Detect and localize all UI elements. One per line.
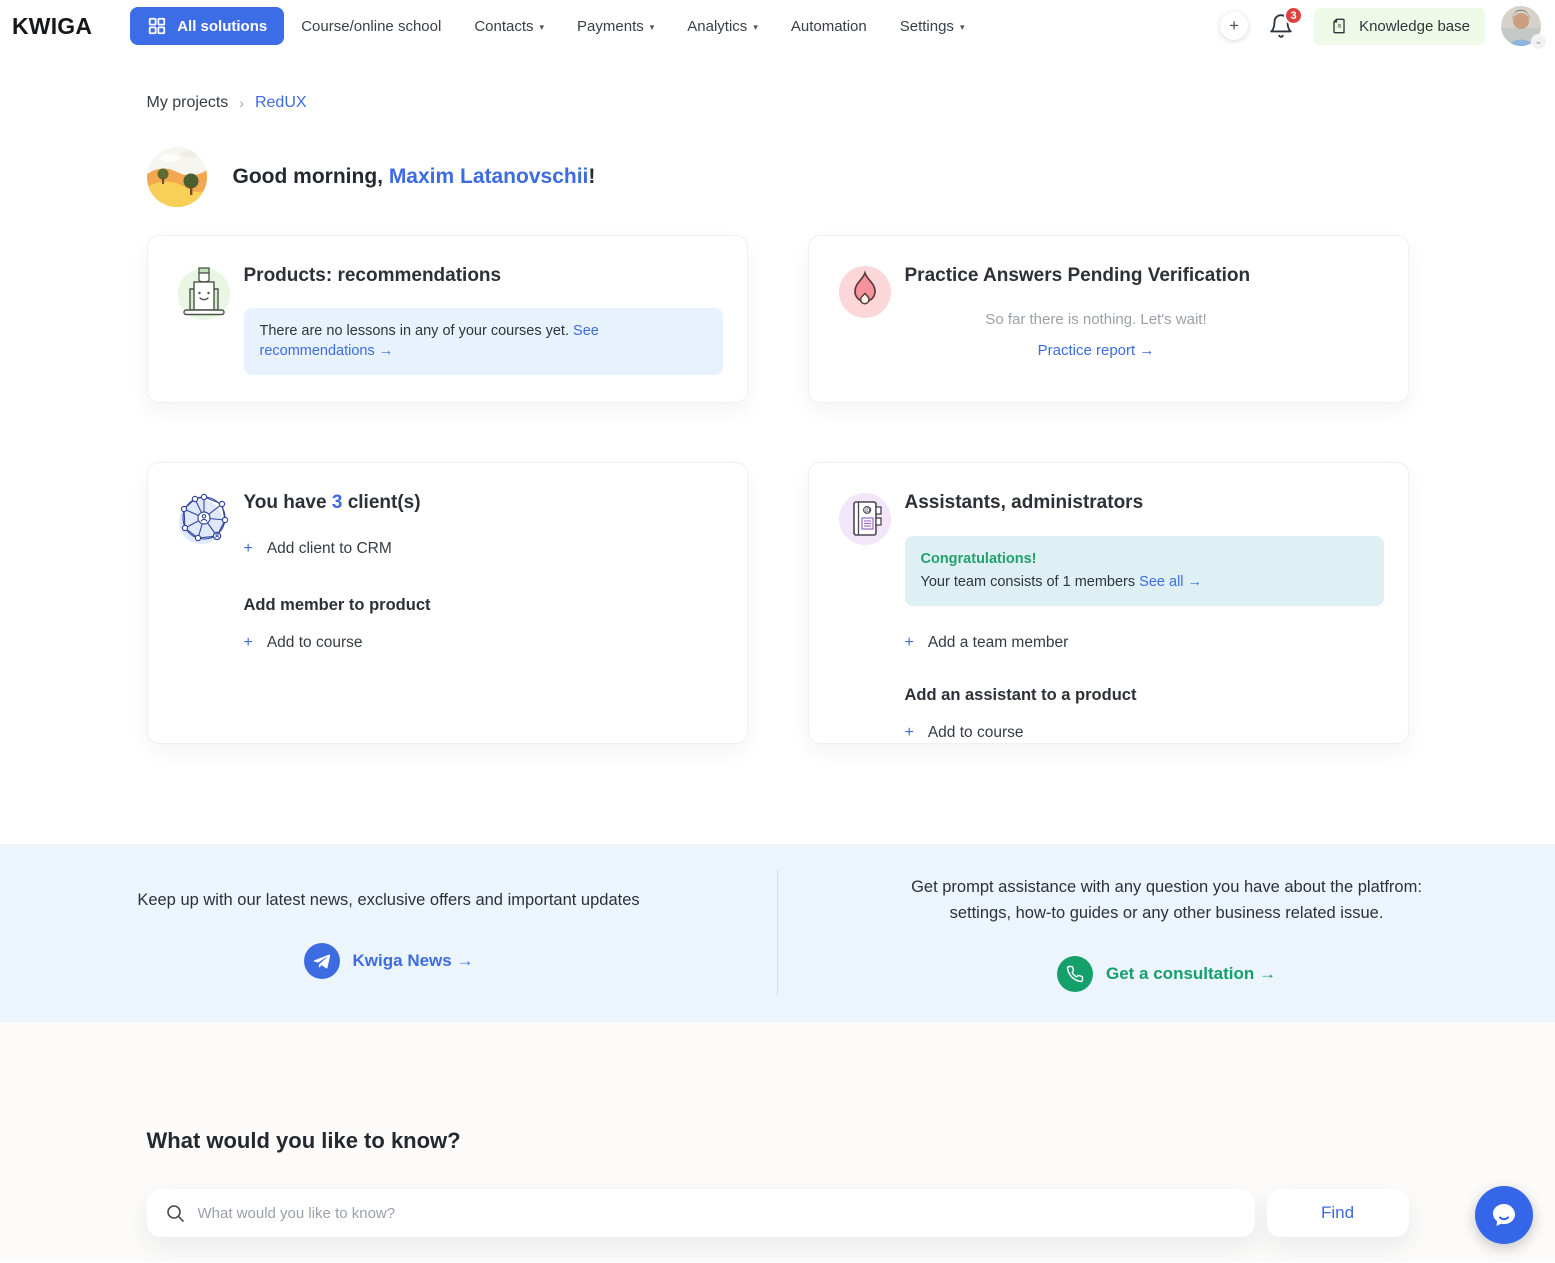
- add-to-course-link[interactable]: + Add to course: [244, 634, 723, 652]
- notifications-button[interactable]: 3: [1268, 13, 1294, 39]
- grid-icon: [147, 16, 167, 36]
- telegram-icon: [304, 943, 340, 979]
- breadcrumb-my-projects[interactable]: My projects: [147, 94, 229, 112]
- get-consultation-label: Get a consultation →: [1106, 964, 1276, 984]
- laptop-product-icon: [172, 260, 236, 324]
- clients-card: You have 3 client(s) + Add client to CRM…: [147, 462, 748, 744]
- arrow-right-icon: →: [1139, 342, 1154, 359]
- consultation-promo: Get prompt assistance with any question …: [778, 844, 1555, 1022]
- notification-badge: 3: [1284, 6, 1303, 25]
- chat-bubble-icon: [1488, 1199, 1520, 1231]
- card-title: Products: recommendations: [244, 260, 723, 287]
- search-row: Find: [147, 1189, 1409, 1237]
- practice-report-link[interactable]: Practice report →: [1038, 342, 1155, 359]
- card-title: You have 3 client(s): [244, 487, 723, 514]
- flame-icon: [833, 260, 897, 324]
- kwiga-news-label: Kwiga News →: [353, 951, 474, 971]
- search-section: What would you like to know? Find: [0, 1022, 1555, 1262]
- breadcrumb-current-project[interactable]: RedUX: [255, 94, 307, 112]
- breadcrumb: My projects › RedUX: [147, 94, 1409, 112]
- all-solutions-label: All solutions: [177, 18, 267, 35]
- add-member-subtitle: Add member to product: [244, 596, 723, 615]
- arrow-right-icon: →: [1188, 574, 1203, 590]
- card-title: Practice Answers Pending Verification: [905, 260, 1384, 287]
- plus-icon: +: [1229, 16, 1239, 36]
- add-client-to-crm-link[interactable]: + Add client to CRM: [244, 540, 723, 558]
- chevron-down-icon: ▾: [960, 22, 965, 33]
- card-title: Assistants, administrators: [905, 487, 1384, 514]
- news-promo-text: Keep up with our latest news, exclusive …: [137, 887, 639, 913]
- all-solutions-button[interactable]: All solutions: [130, 7, 284, 45]
- nav-item-automation[interactable]: Automation: [791, 18, 867, 35]
- add-to-course-link[interactable]: + Add to course: [905, 724, 1384, 742]
- news-promo: Keep up with our latest news, exclusive …: [0, 844, 777, 1022]
- avatar[interactable]: ⌄: [1501, 6, 1541, 46]
- nav-item-payments[interactable]: Payments ▾: [577, 18, 654, 35]
- add-assistant-subtitle: Add an assistant to a product: [905, 686, 1384, 705]
- dashboard-cards: Products: recommendations There are no l…: [147, 235, 1409, 744]
- congratulations-title: Congratulations!: [921, 548, 1368, 571]
- search-heading: What would you like to know?: [147, 1022, 1409, 1154]
- svg-text:@: @: [864, 508, 871, 515]
- practice-report-link-row: Practice report →: [833, 342, 1360, 359]
- plus-icon: +: [905, 634, 914, 652]
- morning-illustration-icon: [147, 147, 207, 207]
- search-box: [147, 1189, 1255, 1237]
- nav-item-analytics[interactable]: Analytics ▾: [687, 18, 758, 35]
- arrow-right-icon: →: [1259, 964, 1276, 983]
- greeting-message: Good morning, Maxim Latanovschii!: [233, 165, 596, 189]
- plus-icon: +: [905, 724, 914, 742]
- arrow-right-icon: →: [456, 951, 473, 970]
- chevron-down-icon: ▾: [650, 22, 655, 33]
- nav-item-settings[interactable]: Settings ▾: [900, 18, 965, 35]
- breadcrumb-separator-icon: ›: [239, 95, 244, 111]
- top-navbar: KWIGA All solutions Course/online school…: [0, 0, 1555, 52]
- knowledge-base-button[interactable]: a Knowledge base: [1314, 8, 1485, 45]
- notebook-icon: @: [833, 487, 897, 551]
- main-nav: Course/online school Contacts ▾ Payments…: [301, 18, 964, 35]
- kwiga-logo[interactable]: KWIGA: [12, 13, 92, 40]
- find-button[interactable]: Find: [1267, 1189, 1409, 1237]
- search-icon: [165, 1203, 185, 1223]
- search-input[interactable]: [198, 1205, 1237, 1222]
- team-size-text: Your team consists of 1 members See all …: [921, 571, 1368, 594]
- greeting-row: Good morning, Maxim Latanovschii!: [147, 147, 1409, 207]
- consultation-promo-text: Get prompt assistance with any question …: [911, 874, 1422, 927]
- congratulations-alert: Congratulations! Your team consists of 1…: [905, 536, 1384, 606]
- chevron-down-icon: ⌄: [1531, 34, 1546, 49]
- user-name: Maxim Latanovschii: [389, 165, 589, 188]
- practice-answers-card: Practice Answers Pending Verification So…: [808, 235, 1409, 403]
- nav-item-contacts[interactable]: Contacts ▾: [474, 18, 544, 35]
- practice-empty-text: So far there is nothing. Let's wait!: [833, 311, 1360, 328]
- nav-item-course-online-school[interactable]: Course/online school: [301, 18, 441, 35]
- client-count: 3: [332, 492, 343, 513]
- get-consultation-link[interactable]: Get a consultation →: [1057, 956, 1276, 992]
- phone-icon: [1057, 956, 1093, 992]
- arrow-right-icon: →: [379, 343, 394, 359]
- assistants-card: @ Assistants, administrators Congratulat…: [808, 462, 1409, 744]
- chevron-down-icon: ▾: [540, 22, 545, 33]
- svg-text:a: a: [1337, 22, 1341, 29]
- header-right-cluster: + 3 a Knowledge base: [1220, 6, 1541, 46]
- chevron-down-icon: ▾: [753, 22, 758, 33]
- products-alert: There are no lessons in any of your cour…: [244, 308, 723, 375]
- knowledge-base-label: Knowledge base: [1359, 18, 1470, 35]
- promo-band: Keep up with our latest news, exclusive …: [0, 844, 1555, 1022]
- chat-widget-button[interactable]: [1475, 1186, 1533, 1244]
- add-team-member-link[interactable]: + Add a team member: [905, 634, 1384, 652]
- document-icon: a: [1329, 16, 1349, 36]
- client-network-icon: [172, 487, 236, 551]
- kwiga-news-link[interactable]: Kwiga News →: [304, 943, 474, 979]
- plus-icon: +: [244, 634, 253, 652]
- plus-icon: +: [244, 540, 253, 558]
- products-recommendations-card: Products: recommendations There are no l…: [147, 235, 748, 403]
- see-all-link[interactable]: See all →: [1139, 574, 1202, 590]
- add-button[interactable]: +: [1220, 12, 1248, 40]
